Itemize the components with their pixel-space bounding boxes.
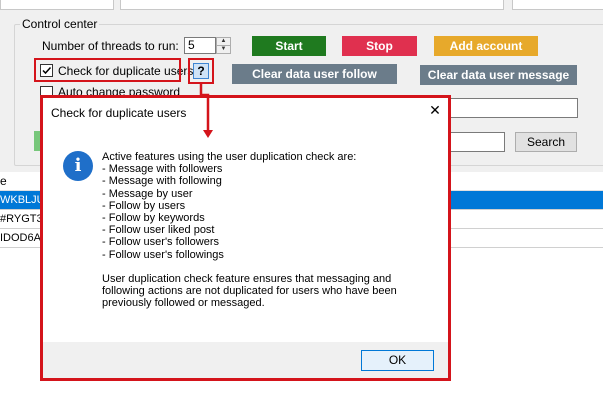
control-center-title: Control center: [20, 17, 100, 31]
highlight-help-box: [188, 58, 214, 84]
top-panel-middle: [120, 0, 504, 10]
top-panel-right: [512, 0, 603, 10]
search-button[interactable]: Search: [515, 132, 577, 152]
start-button[interactable]: Start: [252, 36, 326, 56]
threads-input[interactable]: 5: [184, 37, 216, 54]
clear-message-button[interactable]: Clear data user message: [420, 65, 577, 85]
threads-label: Number of threads to run:: [42, 39, 179, 53]
highlight-dialog-box: [40, 95, 451, 381]
text-input[interactable]: [440, 98, 578, 118]
highlight-checkbox-box: [34, 58, 181, 82]
stop-button[interactable]: Stop: [342, 36, 417, 56]
threads-stepper[interactable]: ▲ ▼: [216, 37, 231, 54]
spin-down-icon[interactable]: ▼: [217, 46, 230, 53]
top-panel-left: [0, 0, 114, 10]
clear-follow-button[interactable]: Clear data user follow: [232, 64, 397, 84]
spin-up-icon[interactable]: ▲: [217, 38, 230, 46]
add-account-button[interactable]: Add account: [434, 36, 538, 56]
